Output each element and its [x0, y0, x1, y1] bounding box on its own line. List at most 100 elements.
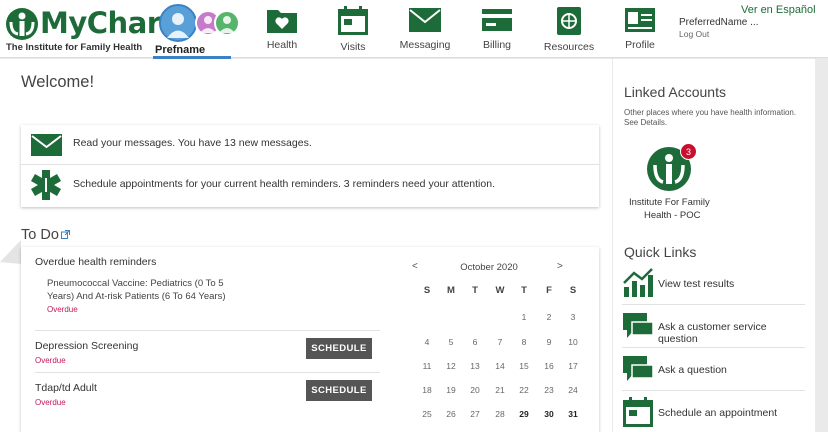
envelope-icon — [409, 8, 441, 32]
user-name[interactable]: PreferredName ... — [679, 17, 758, 28]
todo-group-title: Overdue health reminders — [35, 256, 157, 268]
calendar-day[interactable]: 1 — [514, 312, 534, 322]
calendar-icon — [623, 397, 653, 427]
calendar-day[interactable]: 18 — [417, 385, 437, 395]
calendar-day[interactable]: 27 — [465, 409, 485, 419]
calendar-day[interactable]: 23 — [539, 385, 559, 395]
avatar-active[interactable] — [159, 4, 197, 42]
calendar-day[interactable]: 4 — [417, 337, 437, 347]
calendar-day[interactable]: 30 — [539, 409, 559, 419]
calendar-weekday: T — [521, 285, 527, 296]
calendar-weekday: S — [423, 285, 431, 296]
chat-bubble-icon — [623, 356, 654, 381]
calendar-day[interactable]: 6 — [465, 337, 485, 347]
calendar-day[interactable]: 17 — [563, 361, 583, 371]
calendar-day[interactable]: 26 — [441, 409, 461, 419]
divider — [35, 330, 380, 331]
todo-item-depression: Depression Screening — [35, 340, 139, 352]
book-globe-icon — [557, 7, 581, 35]
calendar-day[interactable]: 24 — [563, 385, 583, 395]
calendar-day[interactable]: 21 — [490, 385, 510, 395]
page-scrollbar[interactable] — [815, 59, 828, 432]
background-decoration — [0, 234, 21, 264]
calendar-day[interactable]: 28 — [490, 409, 510, 419]
credit-card-icon — [482, 9, 512, 31]
chart-icon — [623, 268, 653, 297]
heart-folder-icon — [267, 10, 297, 33]
nav-profile[interactable]: Profile — [605, 6, 675, 54]
top-header: MyChart The Institute for Family Health … — [0, 0, 828, 59]
todo-item-pneumococcal-cont: Years) And At-risk Patients (6 To 64 Yea… — [47, 291, 226, 302]
calendar-day[interactable]: 11 — [417, 361, 437, 371]
nav-visits[interactable]: Visits — [318, 6, 388, 54]
calendar-day[interactable]: 22 — [514, 385, 534, 395]
linked-accounts-subtitle: Other places where you have health infor… — [624, 108, 797, 117]
nav-messaging[interactable]: Messaging — [390, 6, 460, 54]
quicklink-test-results[interactable]: View test results — [622, 263, 805, 305]
calendar-weekday: M — [447, 285, 455, 296]
calendar-weekday: W — [495, 285, 505, 296]
calendar-day[interactable]: 2 — [539, 312, 559, 322]
right-sidebar: Linked Accounts Other places where you h… — [613, 59, 815, 432]
linked-org-name[interactable]: Institute For Family — [629, 197, 710, 208]
quicklink-ask-question[interactable]: Ask a question — [622, 349, 805, 391]
page-title: Welcome! — [21, 73, 95, 91]
calendar-day[interactable]: 19 — [441, 385, 461, 395]
linked-count-badge: 3 — [680, 143, 697, 160]
calendar-day[interactable]: 31 — [563, 409, 583, 419]
calendar-day[interactable]: 14 — [490, 361, 510, 371]
calendar-day[interactable]: 8 — [514, 337, 534, 347]
alert-reminders[interactable]: Schedule appointments for your current h… — [21, 166, 599, 206]
external-link-icon[interactable] — [61, 230, 70, 239]
calendar-day[interactable]: 10 — [563, 337, 583, 347]
mini-calendar: < October 2020 > S M T W T F S 1 2 3 4 5 6 7 8 9 10 11 12 1… — [399, 261, 599, 431]
calendar-day[interactable]: 12 — [441, 361, 461, 371]
calendar-icon — [338, 6, 368, 35]
medical-star-icon — [31, 170, 61, 200]
calendar-day[interactable]: 20 — [465, 385, 485, 395]
todo-item-tdap: Tdap/td Adult — [35, 382, 97, 394]
todo-card: Overdue health reminders Pneumococcal Va… — [21, 247, 599, 432]
calendar-day[interactable]: 3 — [563, 312, 583, 322]
chat-bubble-icon — [623, 313, 654, 338]
logo-mark-icon — [6, 8, 38, 40]
calendar-day[interactable]: 7 — [490, 337, 510, 347]
alert-messages[interactable]: Read your messages. You have 13 new mess… — [21, 125, 599, 165]
calendar-day[interactable]: 9 — [539, 337, 559, 347]
logout-link[interactable]: Log Out — [679, 29, 709, 39]
calendar-next-button[interactable]: > — [557, 261, 563, 272]
calendar-day[interactable]: 16 — [539, 361, 559, 371]
mychart-logo[interactable]: MyChart The Institute for Family Health — [6, 6, 174, 54]
calendar-day[interactable]: 15 — [514, 361, 534, 371]
calendar-weekday: S — [569, 285, 577, 296]
avatar-proxy-2[interactable] — [214, 10, 240, 36]
schedule-button-depression[interactable]: SCHEDULE — [306, 338, 372, 359]
linked-org-name-cont[interactable]: Health - POC — [644, 210, 701, 221]
nav-health[interactable]: Health — [247, 6, 317, 54]
calendar-weekday: F — [546, 285, 552, 296]
quicklink-customer-service[interactable]: Ask a customer service question — [622, 306, 805, 348]
calendar-day[interactable]: 5 — [441, 337, 461, 347]
see-details-link[interactable]: See Details. — [624, 118, 667, 127]
calendar-day[interactable]: 25 — [417, 409, 437, 419]
calendar-day[interactable]: 13 — [465, 361, 485, 371]
todo-title: To Do — [21, 227, 59, 243]
calendar-day[interactable]: 29 — [514, 409, 534, 419]
calendar-month: October 2020 — [460, 262, 518, 273]
status-badge: Overdue — [35, 356, 66, 365]
status-badge: Overdue — [35, 398, 66, 407]
proxy-switcher[interactable]: Prefname — [152, 4, 242, 59]
todo-item-pneumococcal: Pneumococcal Vaccine: Pediatrics (0 To 5 — [47, 278, 224, 289]
alerts-card: Read your messages. You have 13 new mess… — [21, 125, 599, 207]
nav-billing[interactable]: Billing — [462, 6, 532, 54]
nav-resources[interactable]: Resources — [534, 6, 604, 54]
linked-accounts-title: Linked Accounts — [624, 84, 726, 100]
quick-links-title: Quick Links — [624, 244, 697, 260]
active-proxy-name: Prefname — [155, 44, 206, 56]
schedule-button-tdap[interactable]: SCHEDULE — [306, 380, 372, 401]
language-toggle[interactable]: Ver en Español — [741, 4, 816, 16]
quicklink-schedule[interactable]: Schedule an appointment — [622, 392, 805, 432]
main-content: Welcome! Read your messages. You have 13… — [0, 59, 612, 432]
calendar-weekday: T — [472, 285, 478, 296]
status-badge: Overdue — [47, 305, 78, 314]
